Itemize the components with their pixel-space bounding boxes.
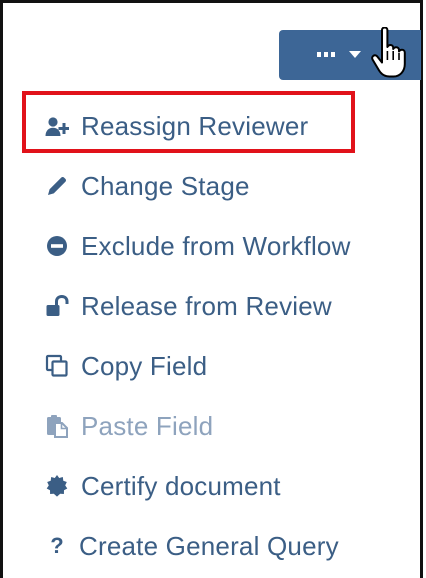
menu-item-release-from-review[interactable]: Release from Review xyxy=(45,286,332,326)
paste-icon xyxy=(45,414,69,438)
menu-item-copy-field[interactable]: Copy Field xyxy=(45,346,207,386)
copy-icon xyxy=(45,354,69,378)
menu-item-label: Paste Field xyxy=(81,410,214,441)
highlight-box xyxy=(22,91,355,153)
menu-item-certify-document[interactable]: Certify document xyxy=(45,466,281,506)
menu-item-label: Release from Review xyxy=(81,290,332,321)
menu-item-label: Certify document xyxy=(81,470,281,501)
caret-down-icon xyxy=(349,51,361,58)
menu-item-label: Exclude from Workflow xyxy=(81,230,351,261)
menu-item-exclude-from-workflow[interactable]: Exclude from Workflow xyxy=(45,226,351,266)
menu-item-create-general-query[interactable]: ? Create General Query xyxy=(45,526,339,566)
minus-circle-icon xyxy=(45,234,69,258)
ellipsis-icon xyxy=(317,52,335,57)
menu-item-label: Create General Query xyxy=(79,530,339,561)
certificate-icon xyxy=(45,474,69,498)
unlock-icon xyxy=(45,294,69,318)
menu-item-change-stage[interactable]: Change Stage xyxy=(45,166,250,206)
menu-item-label: Change Stage xyxy=(81,170,250,201)
hand-pointer-cursor-icon xyxy=(371,27,406,78)
dropdown-panel: Reassign Reviewer Change Stage Exclude f… xyxy=(0,0,423,578)
question-icon: ? xyxy=(50,533,64,558)
menu-item-paste-field: Paste Field xyxy=(45,406,213,446)
pencil-icon xyxy=(45,174,69,198)
menu-item-label: Copy Field xyxy=(81,350,208,381)
